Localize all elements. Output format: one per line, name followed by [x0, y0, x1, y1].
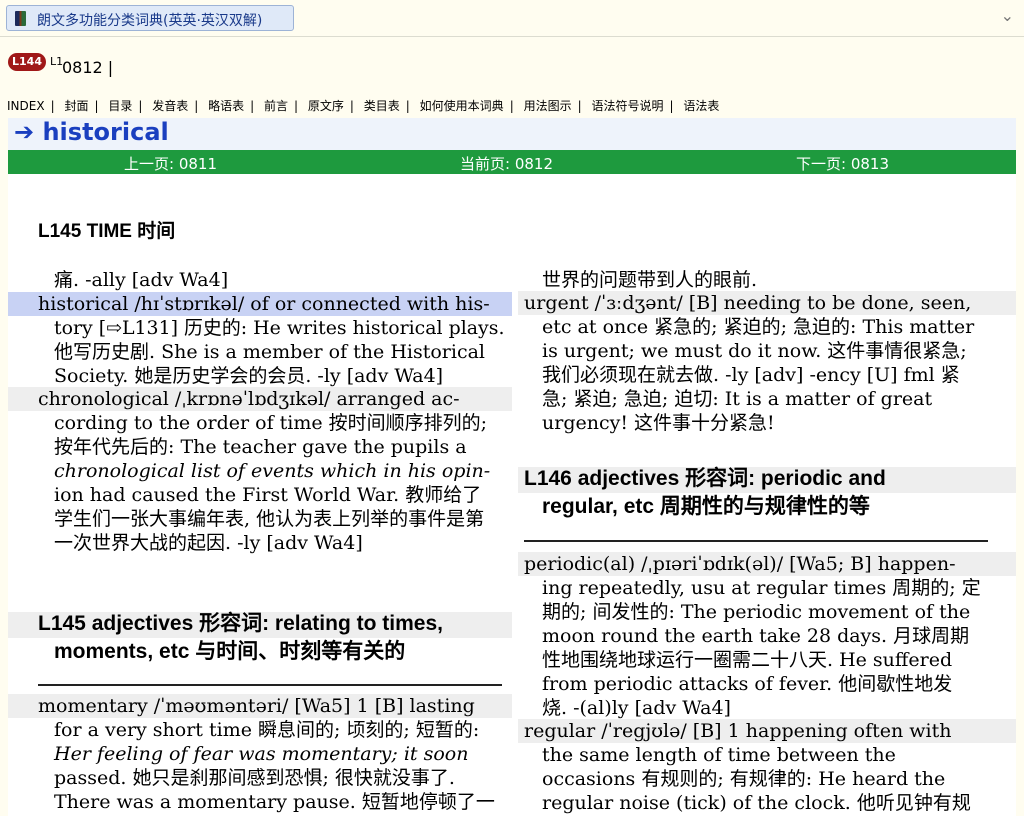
- text-line: 性地围绕地球运行一圈需二十八天. He suffered: [542, 649, 953, 671]
- entry-chronological: chronological /ˌkrɒnəˈlɒdʒɪkəl/ arranged…: [38, 388, 460, 410]
- text-line: etc at once 紧急的; 紧迫的; 急迫的: This matter: [542, 316, 975, 338]
- nav-separator: |: [349, 99, 354, 113]
- nav-separator: |: [577, 99, 582, 113]
- text-line: chronological list of events which in hi…: [54, 460, 491, 482]
- text-line: 他写历史剧. She is a member of the Historical: [54, 341, 485, 363]
- page-badge: L144: [8, 53, 46, 71]
- text-line: There was a momentary pause. 短暂地停顿了一: [54, 791, 495, 813]
- text-line: the same length of time between the: [542, 744, 896, 766]
- section-heading: L145 TIME 时间: [38, 221, 176, 242]
- text-line: urgency! 这件事十分紧急!: [542, 412, 775, 434]
- nav-link-grammar-symbols[interactable]: 语法符号说明: [591, 97, 663, 114]
- title-bar: 朗文多功能分类词典(英英·英汉双解) ⌄: [0, 0, 1024, 37]
- text-line: 按年代先后的: The teacher gave the pupils a: [54, 436, 467, 458]
- text-line: Her feeling of fear was momentary; it so…: [54, 743, 469, 765]
- text-line: for a very short time 瞬息间的; 顷刻的; 短暂的:: [54, 719, 480, 741]
- dictionary-tab[interactable]: 朗文多功能分类词典(英英·英汉双解): [6, 5, 294, 31]
- section-subheading: moments, etc 与时间、时刻等有关的: [54, 640, 406, 663]
- divider: [524, 540, 988, 542]
- text-line: regular noise (tick) of the clock. 他听见钟有…: [542, 792, 971, 814]
- headword-bar: ➔ historical: [8, 118, 1016, 150]
- nav-separator: |: [405, 99, 410, 113]
- entry-historical: historical /hɪˈstɒrɪkəl/ of or connected…: [38, 293, 490, 315]
- text-line: 烧. -(al)ly [adv Wa4]: [542, 697, 731, 719]
- nav-link-usage-diagrams[interactable]: 用法图示: [524, 97, 572, 114]
- nav-link-index[interactable]: INDEX: [7, 99, 45, 113]
- nav-link-contents[interactable]: 目录: [108, 97, 132, 114]
- nav-separator: |: [294, 99, 299, 113]
- nav-link-cover[interactable]: 封面: [64, 97, 88, 114]
- nav-link-grammar-table[interactable]: 语法表: [683, 97, 719, 114]
- chevron-down-icon[interactable]: ⌄: [1001, 6, 1014, 25]
- tab-title: 朗文多功能分类词典(英英·英汉双解): [37, 13, 263, 29]
- book-icon: [15, 11, 26, 26]
- nav-link-foreword[interactable]: 前言: [264, 97, 288, 114]
- entry-momentary: momentary /ˈməʊməntəri/ [Wa5] 1 [B] last…: [38, 695, 475, 717]
- nav-links: INDEX | 封面 | 目录 | 发音表 | 略语表 | 前言 | 原文序 | 类目表 | 如…: [7, 97, 719, 114]
- text-line: is urgent; we must do it now. 这件事情很紧急;: [542, 340, 967, 362]
- nav-link-how-to-use[interactable]: 如何使用本词典: [420, 97, 504, 114]
- text-line: 世界的问题带到人的眼前.: [542, 269, 758, 291]
- section-heading-L146-adjectives: L146 adjectives 形容词: periodic and: [524, 467, 886, 490]
- nav-link-category-list[interactable]: 类目表: [364, 97, 400, 114]
- text-line: 痛. -ally [adv Wa4]: [54, 269, 229, 291]
- section-subheading: regular, etc 周期性的与规律性的等: [542, 495, 870, 518]
- text-line: 期的; 间发性的: The periodic movement of the: [542, 601, 971, 623]
- text-line: occasions 有规则的; 有规律的: He heard the: [542, 768, 946, 790]
- nav-separator: |: [194, 99, 199, 113]
- entry-urgent: urgent /ˈɜːdʒənt/ [B] needing to be done…: [524, 292, 972, 314]
- text-line: 急; 紧迫; 急迫; 迫切: It is a matter of great: [542, 388, 933, 410]
- nav-separator: |: [50, 99, 55, 113]
- text-line: 一次世界大战的起因. -ly [adv Wa4]: [54, 532, 363, 554]
- text-line: from periodic attacks of fever. 他间歇性地发: [542, 673, 953, 695]
- nav-separator: |: [94, 99, 99, 113]
- section-heading-L145-adjectives: L145 adjectives 形容词: relating to times,: [38, 612, 443, 635]
- page-navigation-bar: 上一页: 0811 当前页: 0812 下一页: 0813: [8, 150, 1016, 174]
- next-page-link[interactable]: 下一页: 0813: [796, 153, 889, 174]
- text-line: 我们必须现在就去做. -ly [adv] -ency [U] fml 紧: [542, 364, 960, 386]
- text-line: Society. 她是历史学会的会员. -ly [adv Wa4]: [54, 365, 444, 387]
- nav-separator: |: [669, 99, 674, 113]
- nav-separator: |: [138, 99, 143, 113]
- page-number: 0812 |: [62, 58, 114, 77]
- text-line: tory [⇨L131] 历史的: He writes historical p…: [54, 317, 505, 339]
- text-line: cording to the order of time 按时间顺序排列的;: [54, 412, 488, 434]
- nav-link-original-preface[interactable]: 原文序: [308, 97, 344, 114]
- nav-link-pronunciation[interactable]: 发音表: [152, 97, 188, 114]
- text-line: ion had caused the First World War. 教师给了: [54, 484, 482, 506]
- current-page-label: 当前页: 0812: [460, 155, 553, 173]
- nav-separator: |: [509, 99, 514, 113]
- divider: [38, 684, 502, 686]
- headword-title: ➔ historical: [14, 118, 169, 146]
- text-line: 学生们一张大事编年表, 他认为表上列举的事件是第: [54, 508, 485, 530]
- entry-periodic: periodic(al) /ˌpɪəriˈɒdɪk(əl)/ [Wa5; B] …: [524, 553, 956, 575]
- entry-regular: regular /ˈregjʊlə/ [B] 1 happening often…: [524, 720, 952, 742]
- nav-separator: |: [250, 99, 255, 113]
- dictionary-page-scan: L145 TIME 时间 痛. -ally [adv Wa4] historic…: [8, 174, 1016, 816]
- prev-page-link[interactable]: 上一页: 0811: [124, 153, 217, 174]
- text-line: moon round the earth take 28 days. 月球周期: [542, 625, 970, 647]
- nav-link-abbreviations[interactable]: 略语表: [208, 97, 244, 114]
- text-line: passed. 她只是刹那间感到恐惧; 很快就没事了.: [54, 767, 455, 789]
- text-line: ing repeatedly, usu at regular times 周期的…: [542, 577, 981, 599]
